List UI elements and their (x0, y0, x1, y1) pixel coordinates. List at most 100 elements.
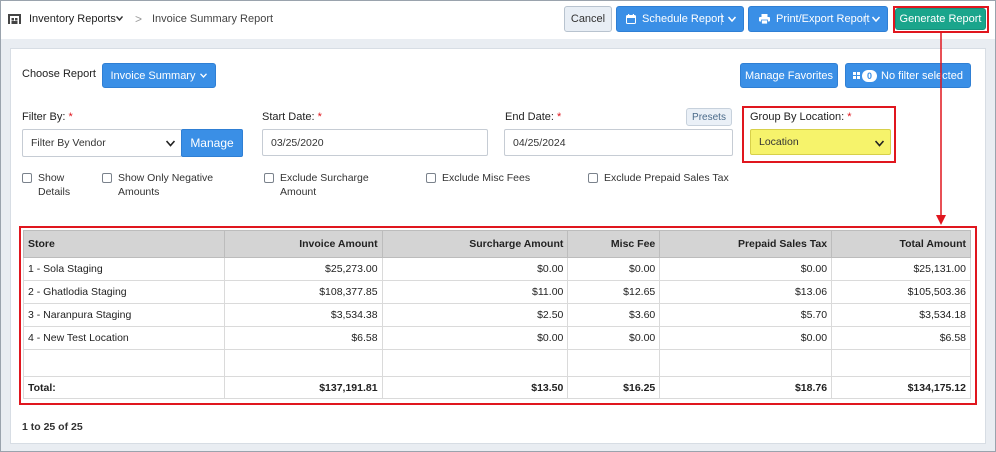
calendar-icon (626, 14, 636, 24)
table-total-row: Total: $137,191.81 $13.50 $16.25 $18.76 … (23, 376, 971, 399)
chevron-down-icon (200, 73, 208, 78)
start-date-label: Start Date: * (262, 111, 322, 123)
table-cell: $11.00 (381, 280, 569, 304)
table-cell: $0.00 (567, 326, 661, 350)
presets-label: Presets (692, 111, 726, 123)
schedule-report-button[interactable]: Schedule Report (616, 6, 744, 32)
start-date-input[interactable]: 03/25/2020 (262, 129, 488, 156)
table-cell: $13.06 (659, 280, 833, 304)
table-cell: $0.00 (659, 326, 833, 350)
table-cell: $2.50 (381, 303, 569, 327)
table-row[interactable]: 3 - Naranpura Staging $3,534.38 $2.50 $3… (23, 303, 971, 327)
column-header[interactable]: Invoice Amount (223, 230, 383, 258)
show-details-checkbox[interactable]: Show Details (22, 171, 70, 199)
total-cell: Total: (23, 376, 225, 399)
table-spacer-row (23, 349, 971, 377)
highlight-box-generate (893, 6, 989, 33)
filter-label: No filter selected (881, 69, 963, 82)
total-cell: $16.25 (567, 376, 661, 399)
table-cell: 4 - New Test Location (23, 326, 225, 350)
chevron-down-icon[interactable] (728, 16, 736, 22)
checkbox-label: Show Details (38, 172, 71, 198)
filter-button[interactable]: 0 No filter selected (845, 63, 971, 88)
schedule-label: Schedule Report (642, 13, 724, 25)
favorites-label: Manage Favorites (744, 69, 834, 82)
warehouse-icon (8, 14, 21, 24)
column-header[interactable]: Surcharge Amount (381, 230, 569, 258)
breadcrumb-module[interactable]: Inventory Reports (29, 13, 116, 25)
table-cell: $25,273.00 (223, 257, 383, 281)
report-select-button[interactable]: Invoice Summary (102, 63, 216, 88)
filter-by-value: Filter By Vendor (31, 137, 106, 149)
table-cell: $0.00 (659, 257, 833, 281)
column-header[interactable]: Prepaid Sales Tax (659, 230, 833, 258)
exclude-surcharge-checkbox[interactable]: Exclude Surcharge Amount (264, 171, 369, 199)
table-cell: 3 - Naranpura Staging (23, 303, 225, 327)
table-cell: $3,534.18 (831, 303, 971, 327)
table-cell: $25,131.00 (831, 257, 971, 281)
end-date-input[interactable]: 04/25/2024 (504, 129, 733, 156)
table-cell: $6.58 (831, 326, 971, 350)
table-cell: $5.70 (659, 303, 833, 327)
column-header[interactable]: Store (23, 230, 225, 258)
breadcrumb-page: Invoice Summary Report (152, 13, 274, 25)
end-date-value: 04/25/2024 (513, 136, 566, 149)
cancel-label: Cancel (570, 13, 606, 25)
column-header[interactable]: Total Amount (831, 230, 971, 258)
chevron-down-icon[interactable] (872, 16, 880, 22)
table-cell: $0.00 (567, 257, 661, 281)
total-cell: $134,175.12 (831, 376, 971, 399)
start-date-value: 03/25/2020 (271, 136, 324, 149)
manage-favorites-button[interactable]: Manage Favorites (740, 63, 838, 88)
table-cell: 1 - Sola Staging (23, 257, 225, 281)
table-cell: $0.00 (381, 326, 569, 350)
checkbox-box[interactable] (264, 173, 274, 183)
negative-amounts-checkbox[interactable]: Show Only Negative Amounts (102, 171, 213, 199)
chevron-down-icon (166, 140, 175, 147)
exclude-misc-fees-checkbox[interactable]: Exclude Misc Fees (426, 171, 530, 185)
table-header-row: Store Invoice Amount Surcharge Amount Mi… (23, 230, 971, 258)
chevron-down-icon[interactable] (116, 15, 123, 22)
total-cell: $13.50 (381, 376, 569, 399)
table-cell: $12.65 (567, 280, 661, 304)
cancel-button[interactable]: Cancel (564, 6, 612, 32)
split-divider (721, 13, 722, 25)
column-header[interactable]: Misc Fee (567, 230, 661, 258)
checkbox-box[interactable] (426, 173, 436, 183)
table-cell: 2 - Ghatlodia Staging (23, 280, 225, 304)
table-row[interactable]: 2 - Ghatlodia Staging $108,377.85 $11.00… (23, 280, 971, 304)
filter-icon (853, 71, 861, 79)
presets-button[interactable]: Presets (686, 108, 732, 126)
print-export-button[interactable]: Print/Export Report (748, 6, 888, 32)
table-cell: $6.58 (223, 326, 383, 350)
pagination-summary: 1 to 25 of 25 (22, 421, 83, 433)
choose-report-label: Choose Report (22, 68, 96, 80)
checkbox-label: Exclude Misc Fees (442, 172, 531, 184)
table-cell: $108,377.85 (223, 280, 383, 304)
breadcrumb-separator: > (135, 12, 143, 26)
checkbox-label: Show Only Negative Amounts (118, 172, 214, 198)
manage-label: Manage (190, 136, 234, 150)
checkbox-label: Exclude Prepaid Sales Tax (604, 172, 729, 184)
table-row[interactable]: 4 - New Test Location $6.58 $0.00 $0.00 … (23, 326, 971, 350)
manage-button[interactable]: Manage (181, 129, 243, 157)
checkbox-box[interactable] (588, 173, 598, 183)
table-cell: $105,503.36 (831, 280, 971, 304)
checkbox-box[interactable] (22, 173, 32, 183)
checkbox-label: Exclude Surcharge Amount (280, 172, 369, 198)
end-date-label: End Date: * (505, 111, 562, 123)
split-divider (865, 13, 866, 25)
print-label: Print/Export Report (776, 13, 870, 25)
table-cell: $0.00 (381, 257, 569, 281)
table-row[interactable]: 1 - Sola Staging $25,273.00 $0.00 $0.00 … (23, 257, 971, 281)
table-cell: $3,534.38 (223, 303, 383, 327)
filter-by-select[interactable]: Filter By Vendor (22, 129, 182, 157)
printer-icon (759, 14, 770, 24)
table-cell: $3.60 (567, 303, 661, 327)
checkbox-box[interactable] (102, 173, 112, 183)
invoice-summary-table: Store Invoice Amount Surcharge Amount Mi… (23, 230, 971, 399)
exclude-prepaid-tax-checkbox[interactable]: Exclude Prepaid Sales Tax (588, 171, 729, 185)
highlight-box-location (742, 106, 896, 163)
total-cell: $18.76 (659, 376, 833, 399)
filter-by-label: Filter By: * (22, 111, 73, 123)
